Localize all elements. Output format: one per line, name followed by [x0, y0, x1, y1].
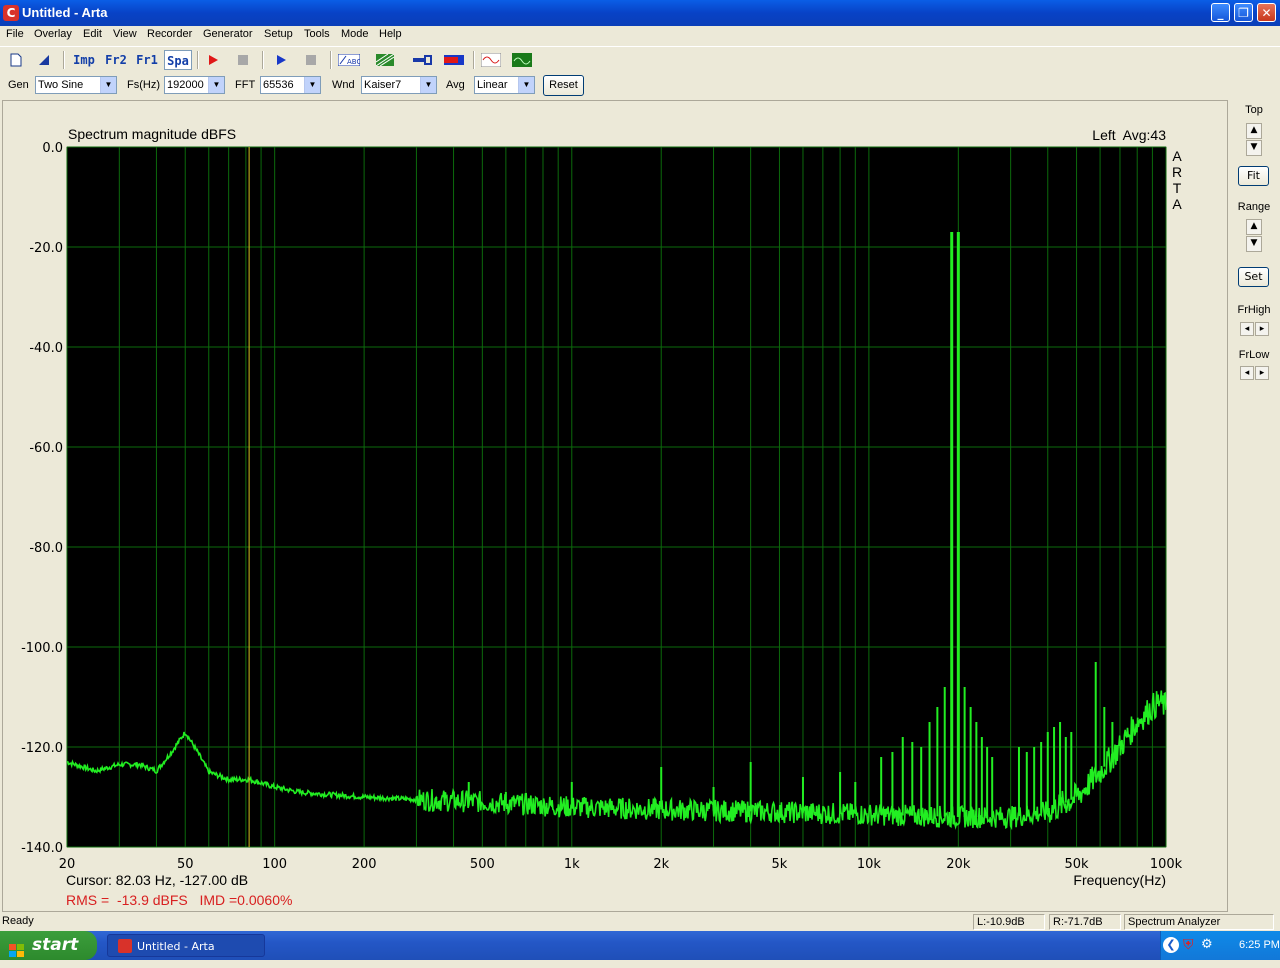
- system-tray: ❮ ⛨ ⚙ 6:25 PM: [1160, 931, 1280, 960]
- chevron-left-icon[interactable]: ❮: [1163, 937, 1179, 953]
- frhigh-left-button[interactable]: ◂: [1240, 322, 1254, 336]
- range-down-button[interactable]: ▼: [1246, 236, 1262, 252]
- y-tick-label: -120.0: [21, 741, 63, 756]
- x-axis-labels: 20 50 100 200 500 1k 2k 5k 10k 20k 50k 100k: [59, 857, 1183, 872]
- windows-logo-icon: [9, 939, 24, 957]
- fit-button[interactable]: Fit: [1238, 166, 1269, 186]
- x-tick-label: 20: [59, 857, 76, 872]
- frhigh-label: FrHigh: [1237, 304, 1271, 316]
- frlow-left-button[interactable]: ◂: [1240, 366, 1254, 380]
- status-level-right: R:-71.7dB: [1049, 914, 1121, 930]
- x-tick-label: 2k: [653, 857, 669, 872]
- set-button[interactable]: Set: [1238, 267, 1269, 287]
- network-icon[interactable]: ⚙: [1201, 937, 1217, 953]
- shield-icon[interactable]: ⛨: [1183, 937, 1197, 953]
- x-axis-title: Frequency(Hz): [1073, 872, 1166, 888]
- top-up-button[interactable]: ▲: [1246, 123, 1262, 139]
- status-bar: Ready L:-10.9dB R:-71.7dB Spectrum Analy…: [0, 913, 1280, 931]
- y-tick-label: -100.0: [21, 641, 63, 656]
- right-panel: Top ▲ ▼ Fit Range ▲ ▼ Set FrHigh ◂ ▸ FrL…: [1230, 100, 1278, 912]
- status-level-left: L:-10.9dB: [973, 914, 1045, 930]
- x-tick-label: 10k: [857, 857, 882, 872]
- x-tick-label: 5k: [772, 857, 788, 872]
- y-tick-label: -80.0: [29, 541, 63, 556]
- y-tick-label: -60.0: [29, 441, 63, 456]
- status-mode: Spectrum Analyzer: [1124, 914, 1274, 930]
- taskbar: start Untitled - Arta ❮ ⛨ ⚙ 6:25 PM: [0, 931, 1280, 960]
- frlow-right-button[interactable]: ▸: [1255, 366, 1269, 380]
- y-axis-labels: 0.0 -20.0 -40.0 -60.0 -80.0 -100.0 -120.0 -140.…: [21, 141, 63, 856]
- x-tick-label: 50k: [1065, 857, 1090, 872]
- x-tick-label: 200: [352, 857, 377, 872]
- range-label: Range: [1237, 201, 1271, 213]
- frhigh-right-button[interactable]: ▸: [1255, 322, 1269, 336]
- x-tick-label: 100: [262, 857, 287, 872]
- start-button[interactable]: start: [0, 931, 97, 960]
- x-tick-label: 500: [470, 857, 495, 872]
- y-tick-label: 0.0: [42, 141, 63, 156]
- spectrum-chart[interactable]: 0.0 -20.0 -40.0 -60.0 -80.0 -100.0 -120.0 -140.…: [0, 0, 1280, 960]
- arta-icon: [118, 939, 132, 953]
- status-ready: Ready: [2, 915, 34, 927]
- x-tick-label: 50: [177, 857, 194, 872]
- start-label: start: [32, 935, 79, 955]
- y-tick-label: -20.0: [29, 241, 63, 256]
- x-tick-label: 20k: [946, 857, 971, 872]
- x-tick-label: 1k: [564, 857, 580, 872]
- frlow-label: FrLow: [1238, 349, 1270, 361]
- clock: 6:25 PM: [1239, 939, 1280, 951]
- y-tick-label: -40.0: [29, 341, 63, 356]
- y-tick-label: -140.0: [21, 841, 63, 856]
- taskbar-item-label: Untitled - Arta: [137, 940, 215, 953]
- x-tick-label: 100k: [1150, 857, 1183, 872]
- rms-imd-readout: RMS = -13.9 dBFS IMD =0.0060%: [66, 892, 293, 908]
- plot-area[interactable]: [66, 146, 1167, 848]
- range-up-button[interactable]: ▲: [1246, 219, 1262, 235]
- top-down-button[interactable]: ▼: [1246, 140, 1262, 156]
- top-label: Top: [1245, 104, 1263, 116]
- cursor-readout: Cursor: 82.03 Hz, -127.00 dB: [66, 872, 249, 888]
- taskbar-item-arta[interactable]: Untitled - Arta: [107, 934, 265, 957]
